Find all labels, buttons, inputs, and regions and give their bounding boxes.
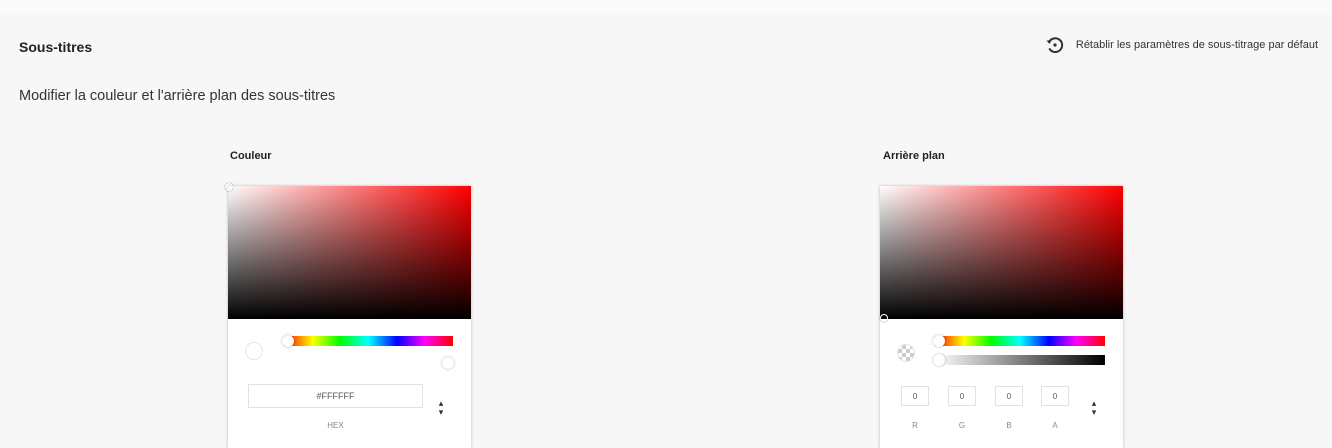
background-preview-swatch xyxy=(897,344,915,362)
background-r-input[interactable] xyxy=(901,386,929,406)
background-saturation-cursor[interactable] xyxy=(880,314,888,322)
background-b-input[interactable] xyxy=(995,386,1023,406)
reset-defaults-label: Rétablir les paramètres de sous-titrage … xyxy=(1075,39,1318,51)
color-format-toggle[interactable]: ▴ ▾ xyxy=(434,397,448,419)
color-saturation-cursor[interactable] xyxy=(225,183,233,191)
color-hue-thumb[interactable] xyxy=(282,335,294,347)
color-picker-title: Couleur xyxy=(230,150,272,162)
section-title: Sous-titres xyxy=(19,39,93,55)
color-hex-input[interactable] xyxy=(248,384,423,408)
background-alpha-thumb[interactable] xyxy=(933,354,945,366)
reset-icon xyxy=(1046,37,1064,54)
background-picker: R G B A ▴ ▾ xyxy=(880,186,1123,448)
chevron-down-icon: ▾ xyxy=(438,407,444,417)
background-picker-title: Arrière plan xyxy=(883,150,945,162)
color-preview-swatch xyxy=(245,342,263,360)
background-b-label: B xyxy=(1006,421,1012,430)
top-bar xyxy=(0,0,1332,14)
background-hue-slider[interactable] xyxy=(933,335,1105,347)
chevron-down-icon: ▾ xyxy=(1091,407,1097,417)
background-alpha-slider[interactable] xyxy=(933,354,1105,366)
background-saturation-area[interactable] xyxy=(880,186,1123,322)
color-hex-label: HEX xyxy=(327,421,344,430)
background-r-label: R xyxy=(912,421,918,430)
color-hue-end-thumb[interactable] xyxy=(442,357,454,369)
background-g-input[interactable] xyxy=(948,386,976,406)
background-format-toggle[interactable]: ▴ ▾ xyxy=(1087,397,1101,419)
reset-defaults-button[interactable]: Rétablir les paramètres de sous-titrage … xyxy=(1044,34,1318,56)
background-hue-thumb[interactable] xyxy=(933,335,945,347)
background-a-input[interactable] xyxy=(1041,386,1069,406)
background-a-label: A xyxy=(1052,421,1058,430)
color-picker: HEX ▴ ▾ xyxy=(225,183,471,448)
background-g-label: G xyxy=(958,421,966,430)
color-saturation-area[interactable] xyxy=(225,183,471,319)
page-subtitle: Modifier la couleur et l'arrière plan de… xyxy=(19,88,336,104)
color-hue-slider[interactable] xyxy=(282,335,453,347)
